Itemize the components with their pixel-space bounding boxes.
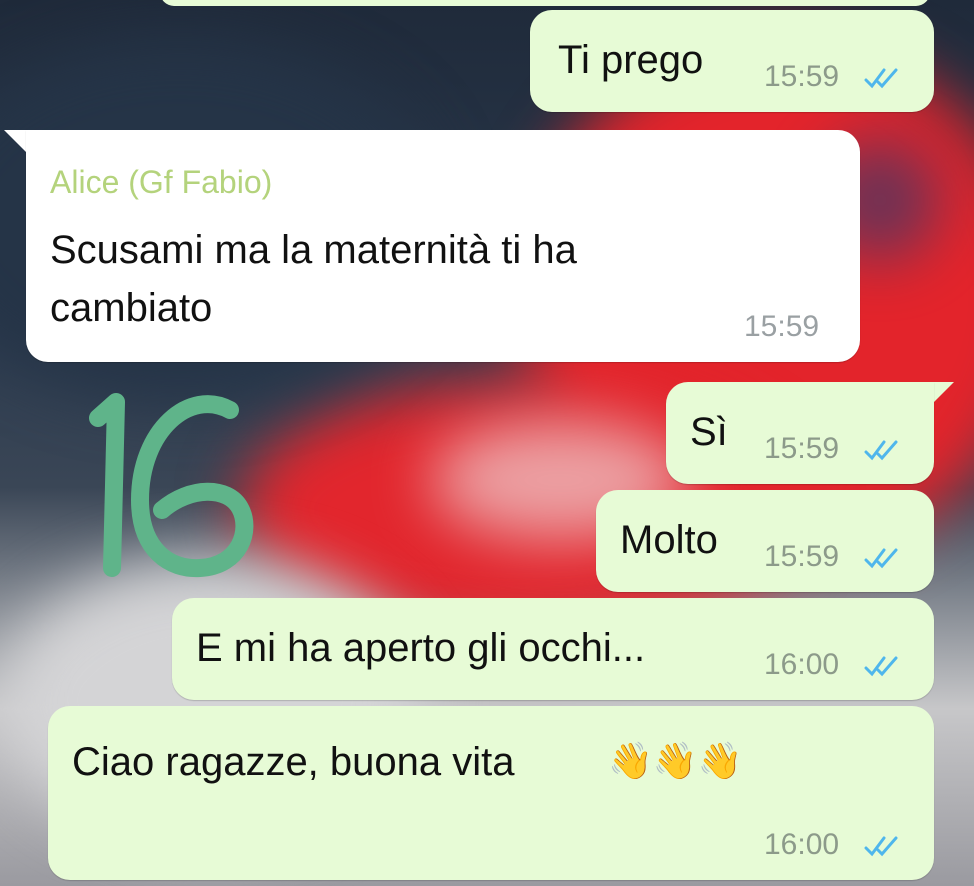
message-bubble-outgoing[interactable]: Ciao ragazze, buona vita 👋👋👋 16:00	[48, 706, 934, 880]
message-text: Molto	[620, 518, 718, 562]
message-time: 16:00	[764, 648, 840, 681]
double-check-icon	[864, 548, 898, 569]
message-time: 15:59	[744, 310, 820, 343]
handwritten-number-16	[89, 393, 254, 578]
double-check-icon	[864, 836, 898, 857]
message-time: 16:00	[764, 828, 840, 861]
double-check-icon	[864, 440, 898, 461]
message-text-line-2: cambiato	[50, 286, 213, 330]
message-text: Ciao ragazze, buona vita	[72, 740, 515, 784]
message-bubble-outgoing[interactable]: Sì 15:59	[666, 382, 934, 484]
message-bubble-outgoing[interactable]: E mi ha aperto gli occhi... 16:00	[172, 598, 934, 700]
message-time: 15:59	[764, 60, 840, 93]
message-bubble-outgoing[interactable]: Molto 15:59	[596, 490, 934, 592]
message-bubble-outgoing[interactable]: Ti prego 15:59	[530, 10, 934, 112]
double-check-icon	[864, 68, 898, 89]
double-check-icon	[864, 656, 898, 677]
waving-hand-emoji: 👋👋👋	[608, 741, 743, 782]
previous-message-bubble[interactable]	[160, 0, 930, 6]
message-text: E mi ha aperto gli occhi...	[196, 626, 646, 670]
sender-name: Alice (Gf Fabio)	[50, 164, 273, 200]
message-text: Sì	[690, 410, 728, 454]
message-time: 15:59	[764, 540, 840, 573]
message-bubble-incoming[interactable]: Alice (Gf Fabio) Scusami ma la maternità…	[26, 130, 860, 362]
message-text-line-1: Scusami ma la maternità ti ha	[50, 228, 577, 272]
message-time: 15:59	[764, 432, 840, 465]
bubble-tail	[4, 130, 28, 154]
message-text: Ti prego	[558, 38, 704, 82]
